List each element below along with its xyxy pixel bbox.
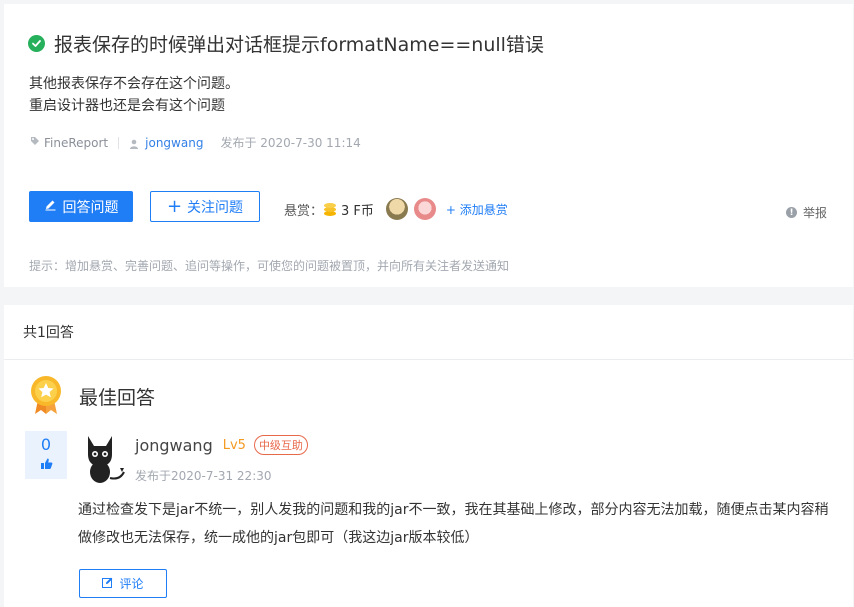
- question-title: 报表保存的时候弹出对话框提示formatName==null错误: [54, 34, 544, 56]
- answer-body: 通过检查发下是jar不统一，别人发我的问题和我的jar不一致，我在其基础上修改，…: [78, 502, 829, 546]
- follow-question-label: 关注问题: [187, 199, 244, 216]
- avatar[interactable]: [80, 432, 128, 484]
- best-answer-label: 最佳回答: [79, 387, 156, 409]
- pencil-icon: [44, 198, 57, 215]
- answers-count: 共1回答: [23, 325, 74, 341]
- comment-label: 评论: [119, 577, 144, 591]
- user-badge: 中级互助: [253, 435, 308, 455]
- bounty-user-avatar[interactable]: [413, 198, 436, 220]
- comment-button[interactable]: 评论: [79, 569, 167, 598]
- thumbs-up-icon: [40, 457, 53, 474]
- question-meta: FineReport jongwang 发布于 2020-7-30 11:14: [30, 134, 361, 151]
- vote-count: 0: [40, 435, 52, 454]
- vote-button[interactable]: 0: [25, 431, 67, 479]
- question-body-line: 重启设计器也还是会有这个问题: [29, 98, 225, 114]
- question-tag[interactable]: FineReport: [44, 136, 108, 150]
- answer-posted-time: 发布于2020-7-31 22:30: [135, 469, 272, 483]
- question-posted-time: 发布于 2020-7-30 11:14: [220, 136, 361, 150]
- user-icon: [129, 138, 139, 149]
- answer-question-label: 回答问题: [62, 199, 119, 216]
- answer-question-button[interactable]: 回答问题: [29, 191, 133, 222]
- question-body: 其他报表保存不会存在这个问题。 重启设计器也还是会有这个问题: [29, 73, 239, 117]
- question-author[interactable]: jongwang: [145, 136, 203, 150]
- exclamation-icon: !: [786, 207, 797, 218]
- answer-username[interactable]: jongwang: [135, 436, 213, 455]
- report-label: 举报: [803, 206, 828, 220]
- meta-divider: [118, 136, 120, 149]
- add-bounty-link[interactable]: + 添加悬赏: [446, 201, 508, 218]
- best-answer-medal-icon: [27, 374, 65, 416]
- bounty-amount: 3 F币: [341, 203, 374, 219]
- answers-card: 共1回答 最佳回答 0 jongwang Lv5 中级互助 发布于2020-7-…: [4, 305, 853, 607]
- bounty-label: 悬赏：: [284, 203, 324, 219]
- plus-icon: +: [166, 195, 183, 217]
- question-body-line: 其他报表保存不会存在这个问题。: [29, 76, 239, 92]
- user-level: Lv5: [222, 437, 246, 453]
- edit-icon: [102, 577, 113, 591]
- bounty-user-avatar[interactable]: [385, 198, 408, 220]
- follow-question-button[interactable]: + 关注问题: [150, 191, 260, 222]
- report-link[interactable]: ! 举报: [786, 204, 827, 221]
- question-title-row: 报表保存的时候弹出对话框提示formatName==null错误: [28, 30, 544, 57]
- tag-icon: [30, 136, 40, 149]
- question-card: 报表保存的时候弹出对话框提示formatName==null错误 其他报表保存不…: [4, 4, 853, 287]
- check-circle-icon: [28, 35, 45, 52]
- coin-stack-icon: [323, 201, 337, 217]
- answer-user-row: jongwang Lv5 中级互助: [135, 435, 308, 455]
- divider: [4, 359, 853, 360]
- question-hint: 提示：增加悬赏、完善问题、追问等操作，可使您的问题被置顶，并向所有关注者发送通知: [29, 259, 510, 273]
- bounty-section: 悬赏： 3 F币 + 添加悬赏: [284, 198, 508, 220]
